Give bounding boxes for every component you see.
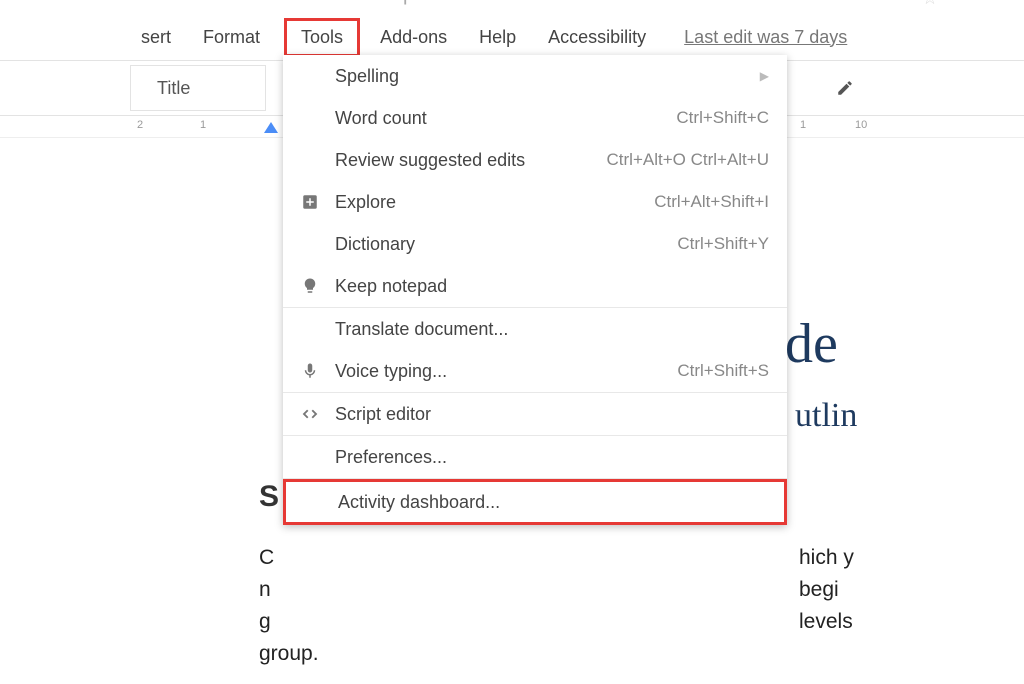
code-icon — [299, 403, 321, 425]
menu-insert[interactable]: sert — [137, 23, 175, 52]
menu-format[interactable]: Format — [199, 23, 264, 52]
tools-dropdown: Spelling ▶ Word count Ctrl+Shift+C Revie… — [283, 55, 787, 525]
dd-script-editor[interactable]: Script editor — [283, 393, 787, 435]
microphone-icon — [299, 360, 321, 382]
doc-heading-fragment: de — [785, 312, 838, 376]
ruler-indent-marker[interactable] — [264, 122, 278, 133]
dd-keep-notepad[interactable]: Keep notepad — [283, 265, 787, 307]
dd-dictionary[interactable]: Dictionary Ctrl+Shift+Y — [283, 223, 787, 265]
dd-spelling[interactable]: Spelling ▶ — [283, 55, 787, 97]
menu-help[interactable]: Help — [475, 23, 520, 52]
last-edit-link[interactable]: Last edit was 7 days — [680, 23, 851, 52]
dd-review-suggested[interactable]: Review suggested edits Ctrl+Alt+O Ctrl+A… — [283, 139, 787, 181]
explore-icon — [299, 191, 321, 213]
doc-title[interactable]: Session levels & outline — [150, 0, 394, 6]
doc-title-bar: Session levels & outline | ☆ — [0, 0, 1024, 6]
dd-activity-dashboard[interactable]: Activity dashboard... — [283, 479, 787, 525]
star-icon[interactable]: ☆ — [922, 0, 938, 9]
dd-explore[interactable]: Explore Ctrl+Alt+Shift+I — [283, 181, 787, 223]
menu-accessibility[interactable]: Accessibility — [544, 23, 650, 52]
dd-translate[interactable]: Translate document... — [283, 308, 787, 350]
dd-word-count[interactable]: Word count Ctrl+Shift+C — [283, 97, 787, 139]
dd-preferences[interactable]: Preferences... — [283, 436, 787, 478]
doc-paragraph: Chich y nbegi glevels group. — [259, 542, 889, 670]
keep-icon — [299, 275, 321, 297]
menu-tools[interactable]: Tools — [284, 18, 360, 57]
style-label: Title — [157, 78, 190, 99]
menu-addons[interactable]: Add-ons — [376, 23, 451, 52]
menu-bar: sert Format Tools Add-ons Help Accessibi… — [0, 14, 1024, 60]
chevron-right-icon: ▶ — [760, 69, 769, 83]
paragraph-style-select[interactable]: Title — [130, 65, 266, 111]
dd-voice-typing[interactable]: Voice typing... Ctrl+Shift+S — [283, 350, 787, 392]
pencil-icon[interactable] — [836, 79, 854, 97]
